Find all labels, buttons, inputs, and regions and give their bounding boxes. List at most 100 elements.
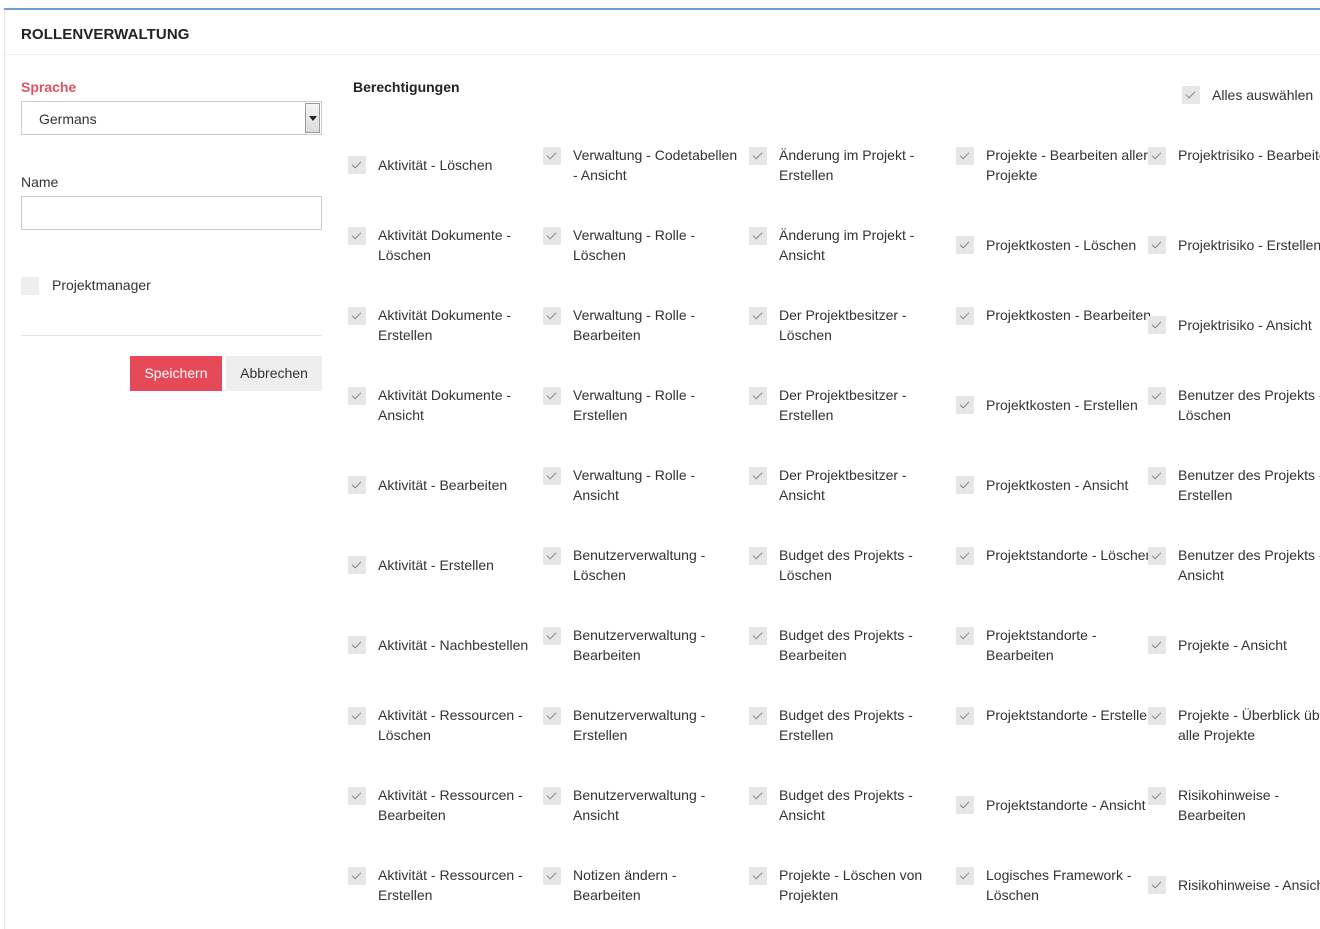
- permission-item[interactable]: Aktivität - Ressourcen - Bearbeiten: [348, 768, 543, 848]
- check-icon[interactable]: [956, 147, 974, 165]
- check-icon[interactable]: [956, 236, 974, 254]
- permission-item[interactable]: Projektrisiko - Bearbeiten: [1148, 128, 1320, 208]
- permission-item[interactable]: Aktivität - Erstellen: [348, 528, 543, 608]
- check-icon[interactable]: [1148, 236, 1166, 254]
- check-icon[interactable]: [749, 547, 767, 565]
- permission-item[interactable]: Projektkosten - Ansicht: [956, 448, 1148, 528]
- permission-item[interactable]: Projektstandorte - Bearbeiten: [956, 608, 1148, 688]
- permission-item[interactable]: Aktivität - Bearbeiten: [348, 448, 543, 528]
- permission-item[interactable]: Aktivität Dokumente - Löschen: [348, 208, 543, 288]
- permission-item[interactable]: Budget des Projekts - Bearbeiten: [749, 608, 956, 688]
- permission-item[interactable]: Benutzerverwaltung - Löschen: [543, 528, 749, 608]
- permission-item[interactable]: Benutzer des Projekts - Löschen: [1148, 368, 1320, 448]
- check-icon[interactable]: [348, 227, 366, 245]
- check-icon[interactable]: [348, 307, 366, 325]
- permission-item[interactable]: Logisches Framework - Löschen: [956, 848, 1148, 928]
- cancel-button[interactable]: Abbrechen: [226, 356, 322, 391]
- check-icon[interactable]: [749, 867, 767, 885]
- check-icon[interactable]: [956, 307, 974, 325]
- permission-item[interactable]: Der Projektbesitzer - Löschen: [749, 288, 956, 368]
- check-icon[interactable]: [956, 867, 974, 885]
- permission-item[interactable]: Projektstandorte - Löschen: [956, 528, 1153, 608]
- check-icon[interactable]: [543, 307, 561, 325]
- check-icon[interactable]: [749, 787, 767, 805]
- check-icon[interactable]: [1148, 316, 1166, 334]
- language-select[interactable]: Germans: [21, 101, 322, 135]
- permission-item[interactable]: Projekte - Löschen von Projekten: [749, 848, 956, 928]
- permission-item[interactable]: Benutzerverwaltung - Bearbeiten: [543, 608, 749, 688]
- check-icon[interactable]: [956, 796, 974, 814]
- permission-item[interactable]: Aktivität - Ressourcen - Löschen: [348, 688, 543, 768]
- permission-item[interactable]: Projektstandorte - Ansicht: [956, 768, 1148, 848]
- check-icon[interactable]: [543, 867, 561, 885]
- check-icon[interactable]: [1182, 86, 1200, 104]
- permission-item[interactable]: Projekte - Ansicht: [1148, 608, 1320, 688]
- permission-item[interactable]: Projekte - Überblick über alle Projekte: [1148, 688, 1320, 768]
- check-icon[interactable]: [543, 627, 561, 645]
- check-icon[interactable]: [543, 387, 561, 405]
- check-icon[interactable]: [749, 707, 767, 725]
- check-icon[interactable]: [543, 707, 561, 725]
- permission-item[interactable]: Notizen ändern - Bearbeiten: [543, 848, 749, 928]
- check-icon[interactable]: [749, 467, 767, 485]
- permission-item[interactable]: Benutzer des Projekts - Erstellen: [1148, 448, 1320, 528]
- check-icon[interactable]: [348, 556, 366, 574]
- check-icon[interactable]: [1148, 147, 1166, 165]
- check-icon[interactable]: [956, 476, 974, 494]
- permission-item[interactable]: Verwaltung - Rolle - Löschen: [543, 208, 749, 288]
- check-icon[interactable]: [543, 227, 561, 245]
- permission-item[interactable]: Verwaltung - Rolle - Bearbeiten: [543, 288, 749, 368]
- check-icon[interactable]: [348, 636, 366, 654]
- permission-item[interactable]: Budget des Projekts - Löschen: [749, 528, 956, 608]
- name-input[interactable]: [21, 196, 322, 230]
- permission-item[interactable]: Benutzerverwaltung - Ansicht: [543, 768, 749, 848]
- check-icon[interactable]: [348, 707, 366, 725]
- permission-item[interactable]: Budget des Projekts - Ansicht: [749, 768, 956, 848]
- check-icon[interactable]: [543, 787, 561, 805]
- check-icon[interactable]: [956, 547, 974, 565]
- check-icon[interactable]: [1148, 387, 1166, 405]
- check-icon[interactable]: [348, 867, 366, 885]
- check-icon[interactable]: [1148, 787, 1166, 805]
- projectmanager-checkbox[interactable]: [21, 277, 39, 295]
- check-icon[interactable]: [749, 387, 767, 405]
- permission-item[interactable]: Projektkosten - Erstellen: [956, 368, 1148, 448]
- permission-item[interactable]: Risikohinweise - Ansicht: [1148, 848, 1320, 928]
- permission-item[interactable]: Der Projektbesitzer - Erstellen: [749, 368, 956, 448]
- check-icon[interactable]: [543, 547, 561, 565]
- permission-item[interactable]: Budget des Projekts - Erstellen: [749, 688, 956, 768]
- permission-item[interactable]: Verwaltung - Rolle - Ansicht: [543, 448, 749, 528]
- check-icon[interactable]: [348, 387, 366, 405]
- check-icon[interactable]: [348, 476, 366, 494]
- check-icon[interactable]: [749, 307, 767, 325]
- permission-item[interactable]: Benutzerverwaltung - Erstellen: [543, 688, 749, 768]
- permission-item[interactable]: Projektrisiko - Ansicht: [1148, 288, 1320, 368]
- check-icon[interactable]: [348, 156, 366, 174]
- check-icon[interactable]: [543, 467, 561, 485]
- permission-item[interactable]: Verwaltung - Codetabellen - Ansicht: [543, 128, 749, 208]
- permission-item[interactable]: Projektkosten - Löschen: [956, 208, 1148, 288]
- permission-item[interactable]: Aktivität Dokumente - Erstellen: [348, 288, 543, 368]
- chevron-down-icon[interactable]: [305, 103, 320, 133]
- check-icon[interactable]: [348, 787, 366, 805]
- permission-item[interactable]: Aktivität Dokumente - Ansicht: [348, 368, 543, 448]
- permission-item[interactable]: Risikohinweise - Bearbeiten: [1148, 768, 1320, 848]
- check-icon[interactable]: [749, 147, 767, 165]
- permission-item[interactable]: Projekte - Bearbeiten aller Projekte: [956, 128, 1148, 208]
- check-icon[interactable]: [1148, 876, 1166, 894]
- permission-item[interactable]: Projektkosten - Bearbeiten: [956, 288, 1151, 368]
- check-icon[interactable]: [1148, 467, 1166, 485]
- permission-item[interactable]: Änderung im Projekt - Ansicht: [749, 208, 956, 288]
- permission-item[interactable]: Projektrisiko - Erstellen: [1148, 208, 1320, 288]
- permission-item[interactable]: Verwaltung - Rolle - Erstellen: [543, 368, 749, 448]
- check-icon[interactable]: [749, 227, 767, 245]
- check-icon[interactable]: [1148, 547, 1166, 565]
- permission-item[interactable]: Aktivität - Ressourcen - Erstellen: [348, 848, 543, 928]
- check-icon[interactable]: [749, 627, 767, 645]
- check-icon[interactable]: [956, 707, 974, 725]
- check-icon[interactable]: [956, 627, 974, 645]
- permission-item[interactable]: Projektstandorte - Erstellen: [956, 688, 1155, 768]
- permission-item[interactable]: Der Projektbesitzer - Ansicht: [749, 448, 956, 528]
- save-button[interactable]: Speichern: [130, 356, 222, 391]
- permission-item[interactable]: Benutzer des Projekts - Ansicht: [1148, 528, 1320, 608]
